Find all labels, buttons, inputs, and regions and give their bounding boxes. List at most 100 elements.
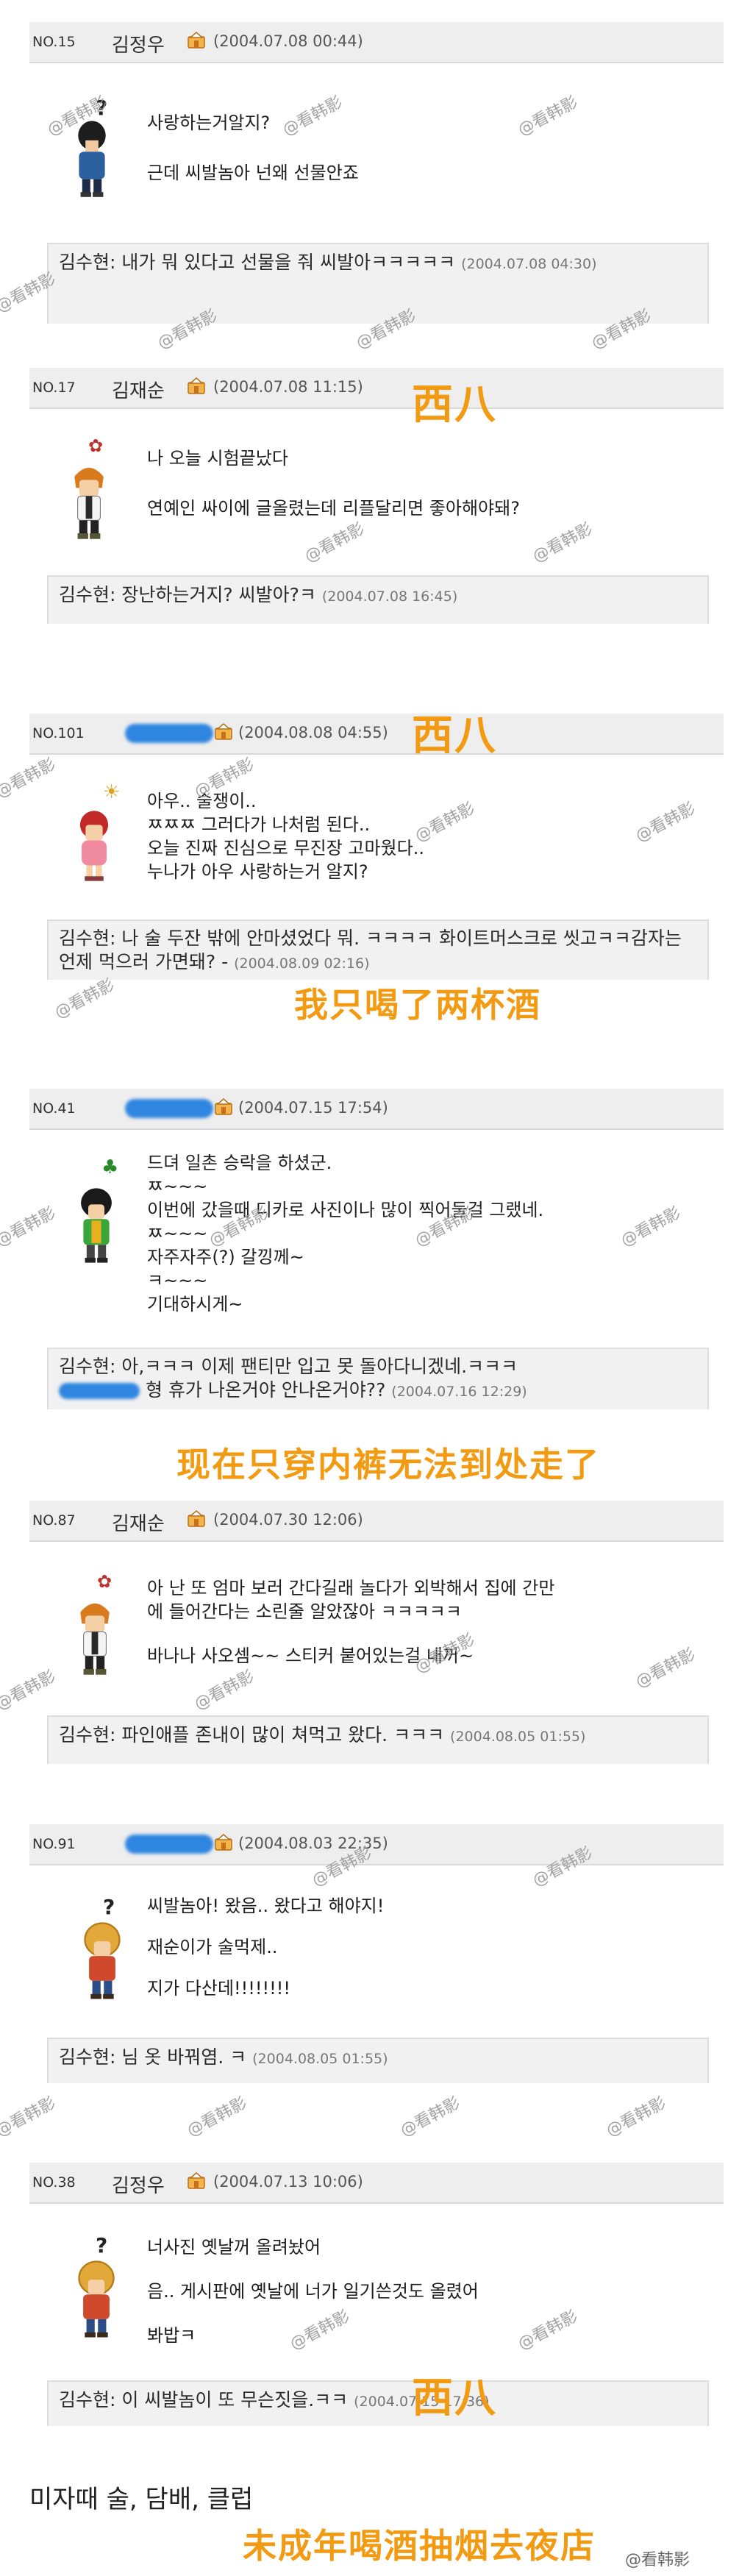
- reply-text: 나 술 두잔 밖에 안마셨었다 뭐. ㅋㅋㅋㅋ 화이트머스크로 씻고ㅋㅋ감자는 …: [59, 928, 682, 972]
- reply-author: 김수현:: [59, 584, 116, 605]
- caption-overlay: 现在只穿内裤无法到处走了: [176, 1445, 600, 1484]
- sun-emote-icon: ☀: [103, 781, 121, 803]
- minime-avatar: [68, 118, 116, 199]
- reply-text: 아,ㅋㅋㅋ 이제 팬티만 입고 못 돌아다니겠네.ㅋㅋㅋ: [121, 1356, 518, 1377]
- reply-author: 김수현:: [59, 2389, 116, 2410]
- post-header: NO.91 (2004.08.03 22:35): [29, 1824, 724, 1865]
- minime-avatar: [71, 1596, 119, 1677]
- question-mark-emote-icon: ?: [96, 2233, 108, 2257]
- reply-box: 김수현: 장난하는거지? 씨발아?ㅋ (2004.07.08 16:45): [47, 575, 709, 624]
- minime-avatar: [76, 1920, 128, 2002]
- post-date: (2004.07.30 12:06): [213, 1511, 363, 1529]
- post-message-line: 씨발놈아! 왔음.. 왔다고 해야지!: [147, 1896, 385, 1916]
- post-number: NO.17: [32, 380, 76, 396]
- post-header: NO.101 (2004.08.08 04:55): [29, 714, 724, 755]
- reply-author: 김수현:: [59, 2046, 116, 2068]
- crown-icon: [188, 1509, 205, 1527]
- post-header: NO.15 김정우 (2004.07.08 00:44): [29, 22, 724, 63]
- author-name-link[interactable]: 김재순: [112, 1509, 165, 1536]
- caption-overlay: 西八: [412, 712, 497, 760]
- post-date: (2004.08.08 04:55): [238, 724, 388, 741]
- post-message-line: 봐밥ㅋ: [147, 2325, 196, 2346]
- post-message-line: ㅉ~~~: [147, 1223, 208, 1244]
- post-message-line: 음.. 게시판에 옛날에 너가 일기쓴것도 올렸어: [147, 2281, 479, 2302]
- post-number: NO.41: [32, 1100, 76, 1117]
- post-date: (2004.07.08 11:15): [213, 378, 363, 396]
- caption-overlay: 我只喝了两杯酒: [294, 985, 541, 1025]
- post-header: NO.17 김재순 (2004.07.08 11:15): [29, 368, 724, 409]
- post-date: (2004.07.13 10:06): [213, 2173, 363, 2191]
- reply-text: 파인애플 존내이 많이 쳐먹고 왔다. ㅋㅋㅋ: [121, 1724, 445, 1746]
- footer-caption: 미자때 술, 담배, 클럽: [29, 2485, 254, 2514]
- post-message-line: 나 오늘 시험끝났다: [147, 448, 288, 469]
- reply-author: 김수현:: [59, 1724, 116, 1746]
- post-number: NO.38: [32, 2174, 76, 2191]
- reply-box: 김수현: 파인애플 존내이 많이 쳐먹고 왔다. ㅋㅋㅋ (2004.08.05…: [47, 1715, 709, 1764]
- reply-author: 김수현:: [59, 1356, 116, 1377]
- post-number: NO.91: [32, 1836, 76, 1852]
- reply-box: 김수현: 내가 뭐 있다고 선물을 줘 씨발아ㅋㅋㅋㅋㅋ (2004.07.08…: [47, 243, 709, 324]
- clover-emote-icon: ♣: [101, 1156, 119, 1178]
- post-header: NO.87 김재순 (2004.07.30 12:06): [29, 1501, 724, 1542]
- post-number: NO.101: [32, 725, 85, 741]
- reply-date: (2004.07.08 04:30): [461, 256, 597, 272]
- post-message-line: 너사진 옛날꺼 올려놨어: [147, 2237, 321, 2257]
- reply-box: 김수현: 이 씨발놈이 또 무슨짓을.ㅋㅋ (2004.07.15 17:36): [47, 2380, 709, 2426]
- post-message-line: ㅉㅉㅉ 그러다가 나처럼 된다..: [147, 814, 371, 835]
- post-message-line: 기대하시게~: [147, 1294, 243, 1314]
- caption-overlay: 西八: [412, 381, 497, 429]
- blurred-author-name: [125, 724, 213, 743]
- crown-icon: [215, 1833, 232, 1851]
- blurred-author-name: [125, 1835, 213, 1854]
- post-message-line: ㅉ~~~: [147, 1176, 208, 1197]
- caption-overlay: 西八: [412, 2374, 497, 2422]
- caption-overlay: 未成年喝酒抽烟去夜店: [243, 2526, 596, 2566]
- reply-date: (2004.07.08 16:45): [321, 588, 458, 605]
- post-message-line: 지가 다산데!!!!!!!!: [147, 1978, 290, 1999]
- reply-text: 이 씨발놈이 또 무슨짓을.ㅋㅋ: [121, 2389, 349, 2410]
- post-message-line: 연예인 싸이에 글올렸는데 리플달리면 좋아해야돼?: [147, 498, 520, 519]
- minime-avatar: [71, 808, 118, 886]
- post-message-line: 자주자주(?) 갈낑께~: [147, 1247, 304, 1267]
- post-message-line: ㅋ~~~: [147, 1270, 208, 1291]
- crown-icon: [188, 31, 205, 49]
- post-message-line: 아 난 또 엄마 보러 간다길래 놀다가 외박해서 집에 간만: [147, 1578, 555, 1598]
- post-message-line: 사랑하는거알지?: [147, 113, 271, 133]
- reply-date: (2004.08.05 01:55): [450, 1729, 586, 1745]
- post-message-line: 드뎌 일촌 승락을 하셨군.: [147, 1153, 332, 1173]
- post-date: (2004.07.15 17:54): [238, 1099, 388, 1117]
- author-name-link[interactable]: 김정우: [112, 2171, 165, 2198]
- guestbook-post: NO.38 김정우 (2004.07.13 10:06) ? 너사진 옛날꺼 올…: [29, 2163, 724, 2457]
- reply-author: 김수현:: [59, 252, 116, 273]
- post-message-line: 이번에 갔을때 디카로 사진이나 많이 찍어둘걸 그랬네.: [147, 1200, 544, 1220]
- crown-icon: [215, 722, 232, 740]
- reply-text: 님 옷 바꿔염. ㅋ: [121, 2046, 247, 2068]
- author-name-link[interactable]: 김정우: [112, 30, 165, 57]
- guestbook-post: NO.87 김재순 (2004.07.30 12:06) ✿ 아 난 또 엄마 …: [29, 1501, 724, 1810]
- crown-icon: [215, 1097, 232, 1115]
- reply-text: 형 휴가 나온거야 안나온거야??: [145, 1379, 386, 1401]
- reply-box: 김수현: 아,ㅋㅋㅋ 이제 팬티만 입고 못 돌아다니겠네.ㅋㅋㅋ 형 휴가 나…: [47, 1348, 709, 1409]
- flower-emote-icon: ✿: [88, 435, 104, 456]
- guestbook-post: NO.41 (2004.07.15 17:54) ♣ 드뎌 일촌 승락을 하셨군…: [29, 1089, 724, 1471]
- reply-box: 김수현: 님 옷 바꿔염. ㅋ (2004.08.05 01:55): [47, 2038, 709, 2083]
- post-number: NO.15: [32, 34, 76, 50]
- guestbook-post: NO.91 (2004.08.03 22:35) ? 씨발놈아! 왔음.. 왔다…: [29, 1824, 724, 2133]
- reply-text: 장난하는거지? 씨발아?ㅋ: [121, 584, 316, 605]
- post-number: NO.87: [32, 1512, 76, 1529]
- post-message-line: 에 들어간다는 소린줄 알았잖아 ㅋㅋㅋㅋㅋ: [147, 1601, 462, 1622]
- flower-emote-icon: ✿: [97, 1571, 113, 1592]
- crown-icon: [188, 377, 205, 394]
- post-date: (2004.07.08 00:44): [213, 32, 363, 50]
- author-name-link[interactable]: 김재순: [112, 376, 165, 403]
- post-message-line: 근데 씨발놈아 넌왜 선물안죠: [147, 163, 359, 183]
- blurred-name: [59, 1383, 140, 1399]
- post-message-line: 오늘 진짜 진심으로 무진장 고마웠다..: [147, 838, 424, 858]
- guestbook-post: NO.17 김재순 (2004.07.08 11:15) ✿ 나 오늘 시험끝났…: [29, 368, 724, 647]
- minime-avatar: [72, 1184, 121, 1267]
- post-message-line: 재순이가 술먹제..: [147, 1937, 278, 1957]
- post-header: NO.41 (2004.07.15 17:54): [29, 1089, 724, 1130]
- reply-author: 김수현:: [59, 928, 116, 949]
- reply-text: 내가 뭐 있다고 선물을 줘 씨발아ㅋㅋㅋㅋㅋ: [121, 252, 456, 273]
- blurred-author-name: [125, 1099, 213, 1118]
